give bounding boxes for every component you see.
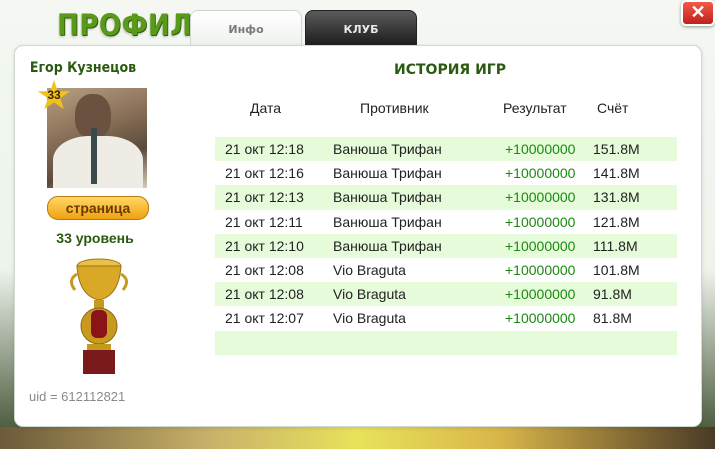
col-header-result: Результат	[503, 100, 567, 116]
cell-score: 101.8M	[593, 262, 640, 279]
table-row: 21 окт 12:08 Vio Braguta +10000000 101.8…	[215, 258, 677, 282]
page-button[interactable]: страница	[47, 196, 149, 220]
cell-opponent[interactable]: Ванюша Трифан	[325, 214, 505, 230]
cell-score: 81.8M	[593, 310, 632, 327]
cell-date: 21 окт 12:13	[225, 189, 304, 206]
table-row: 21 окт 12:16 Ванюша Трифан +10000000 141…	[215, 161, 677, 185]
profile-panel: Егор Кузнецов 33 страница 33 уровень uid…	[14, 45, 702, 427]
level-text: 33 уровень	[56, 230, 134, 246]
cell-opponent[interactable]: Ванюша Трифан	[325, 238, 505, 254]
cell-result: +10000000	[505, 237, 576, 254]
col-header-date: Дата	[250, 100, 282, 116]
tab-club[interactable]: КЛУБ	[305, 10, 417, 48]
cell-result: +10000000	[505, 189, 576, 206]
level-badge: 33	[47, 88, 61, 102]
cell-score: 131.8M	[593, 189, 640, 206]
cell-score: 111.8M	[593, 237, 638, 254]
cell-result: +10000000	[505, 213, 576, 230]
cell-date: 21 окт 12:11	[225, 213, 303, 230]
cell-opponent[interactable]: Vio Braguta	[325, 262, 505, 278]
cell-date: 21 окт 12:16	[225, 165, 304, 182]
table-row: 21 окт 12:08 Vio Braguta +10000000 91.8M	[215, 282, 677, 307]
col-header-opponent: Противник	[360, 100, 429, 116]
tab-info[interactable]: Инфо	[190, 10, 302, 47]
cell-score: 151.8M	[593, 141, 640, 158]
history-title: ИСТОРИЯ ИГР	[394, 62, 506, 78]
bottom-game-strip	[0, 427, 715, 449]
cell-result: +10000000	[505, 165, 576, 182]
cell-date: 21 окт 12:10	[225, 237, 304, 254]
cell-date: 21 окт 12:18	[225, 141, 304, 158]
cell-opponent[interactable]: Ванюша Трифан	[325, 189, 505, 205]
cell-result: +10000000	[505, 141, 576, 158]
col-header-score: Счёт	[597, 100, 629, 116]
cell-opponent[interactable]: Ванюша Трифан	[325, 141, 505, 157]
cell-result: +10000000	[505, 310, 576, 327]
user-name: Егор Кузнецов	[29, 60, 137, 76]
cell-date: 21 окт 12:08	[225, 286, 304, 303]
cell-result: +10000000	[505, 286, 576, 303]
history-table: 21 окт 12:18 Ванюша Трифан +10000000 151…	[215, 137, 677, 355]
table-row	[215, 330, 677, 355]
table-row: 21 окт 12:07 Vio Braguta +10000000 81.8M	[215, 306, 677, 330]
trophy-icon	[70, 258, 128, 374]
cell-opponent[interactable]: Vio Braguta	[325, 286, 505, 302]
avatar[interactable]	[47, 88, 147, 188]
cell-result: +10000000	[505, 262, 576, 279]
table-row: 21 окт 12:18 Ванюша Трифан +10000000 151…	[215, 137, 677, 162]
cell-date: 21 окт 12:07	[225, 310, 304, 327]
cell-date: 21 окт 12:08	[225, 262, 304, 279]
cell-score: 141.8M	[593, 165, 640, 182]
table-row: 21 окт 12:10 Ванюша Трифан +10000000 111…	[215, 233, 677, 258]
cell-opponent[interactable]: Ванюша Трифан	[325, 165, 505, 181]
cell-score: 91.8M	[593, 286, 632, 303]
uid-text: uid = 612112821	[29, 389, 126, 404]
cell-opponent[interactable]: Vio Braguta	[325, 310, 505, 326]
cell-score: 121.8M	[593, 213, 640, 230]
table-row: 21 окт 12:13 Ванюша Трифан +10000000 131…	[215, 185, 677, 210]
table-row: 21 окт 12:11 Ванюша Трифан +10000000 121…	[215, 210, 677, 234]
close-button[interactable]: ✕	[681, 0, 715, 26]
